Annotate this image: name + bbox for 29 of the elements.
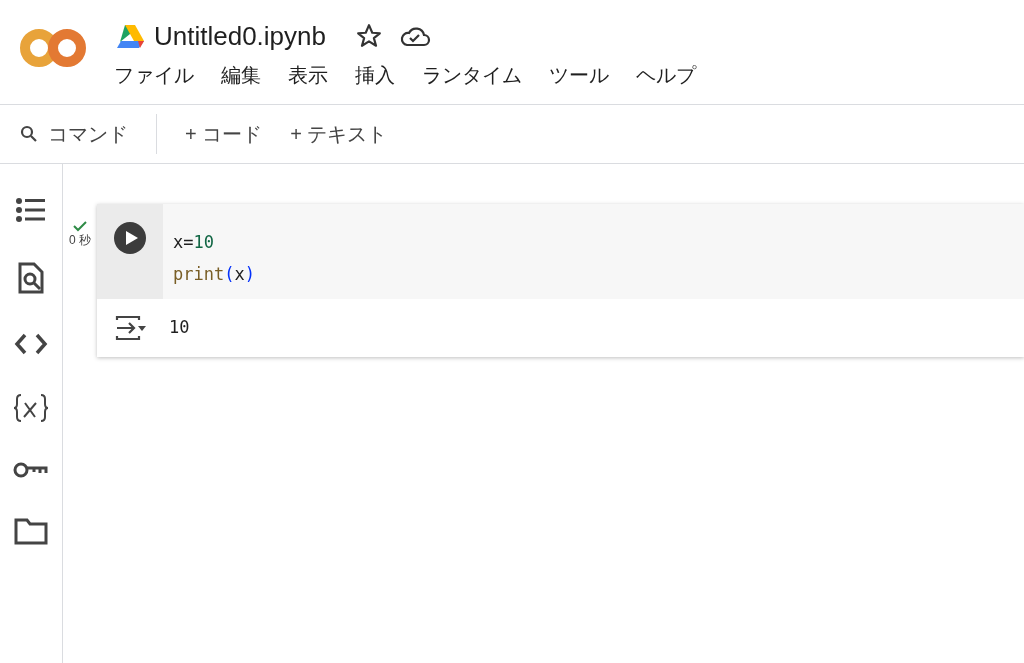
output-toggle-icon[interactable] — [115, 314, 147, 342]
menu-item[interactable]: ツール — [549, 60, 609, 90]
code-icon[interactable] — [14, 333, 48, 355]
notebook-title[interactable]: Untitled0.ipynb — [154, 16, 326, 56]
menu-item[interactable]: 表示 — [288, 60, 328, 90]
document-search-icon[interactable] — [17, 261, 45, 295]
menu-item[interactable]: 編集 — [221, 60, 261, 90]
drive-icon — [116, 24, 144, 48]
code-line: x=10 — [173, 231, 214, 254]
execution-time: 0 秒 — [69, 232, 91, 248]
menu-item[interactable]: 挿入 — [355, 60, 395, 90]
cell-output: 10 — [169, 316, 190, 340]
search-icon — [20, 125, 38, 143]
command-button[interactable]: コマンド — [20, 119, 128, 149]
menu-item[interactable]: ランタイム — [422, 60, 522, 90]
add-text-button[interactable]: + テキスト — [290, 119, 388, 149]
variables-icon[interactable] — [13, 393, 49, 423]
check-icon — [72, 220, 88, 232]
code-line: print(x) — [173, 263, 255, 286]
list-icon[interactable] — [15, 197, 47, 223]
menu-item[interactable]: ファイル — [114, 60, 194, 90]
star-icon[interactable] — [356, 23, 382, 49]
folder-icon[interactable] — [14, 517, 48, 545]
key-icon[interactable] — [13, 461, 49, 479]
add-code-button[interactable]: + コード — [185, 119, 263, 149]
run-button[interactable] — [114, 222, 146, 254]
code-cell[interactable]: x=10 print(x) 10 — [97, 204, 1024, 357]
menu-item[interactable]: ヘルプ — [636, 60, 696, 90]
colab-logo-icon[interactable] — [19, 28, 87, 68]
